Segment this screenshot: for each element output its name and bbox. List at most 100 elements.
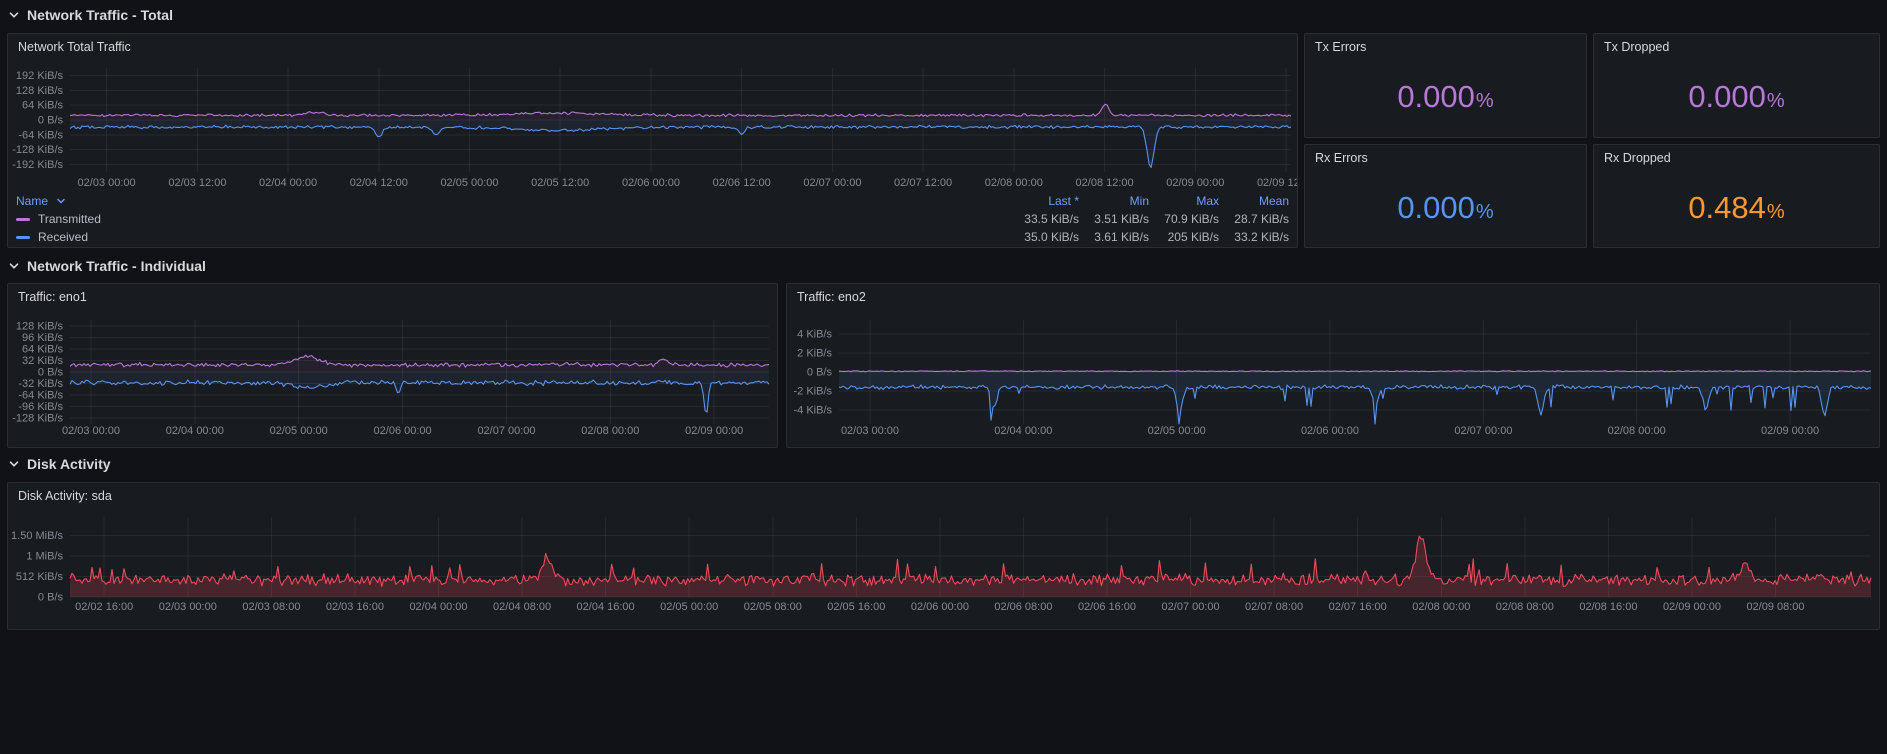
row-header-network-traffic-individual[interactable]: Network Traffic - Individual [8, 253, 206, 279]
row-title: Network Traffic - Individual [27, 258, 206, 274]
svg-text:02/05 00:00: 02/05 00:00 [1148, 425, 1206, 437]
svg-text:02/09 08:00: 02/09 08:00 [1746, 601, 1804, 613]
svg-text:02/08 16:00: 02/08 16:00 [1579, 601, 1637, 613]
svg-text:02/04 00:00: 02/04 00:00 [409, 601, 467, 613]
stat-title[interactable]: Tx Errors [1305, 34, 1586, 60]
stat-unit: % [1767, 90, 1785, 113]
chart-legend: Name Last * Min Max Mean Transmitted 33.… [16, 192, 1289, 246]
svg-text:02/04 08:00: 02/04 08:00 [493, 601, 551, 613]
svg-text:02/07 00:00: 02/07 00:00 [1162, 601, 1220, 613]
svg-text:64 KiB/s: 64 KiB/s [22, 100, 63, 112]
svg-text:02/07 00:00: 02/07 00:00 [1454, 425, 1512, 437]
panel-title[interactable]: Traffic: eno1 [8, 284, 777, 310]
svg-text:02/04 00:00: 02/04 00:00 [994, 425, 1052, 437]
svg-text:02/08 08:00: 02/08 08:00 [1496, 601, 1554, 613]
svg-text:-64 KiB/s: -64 KiB/s [18, 129, 63, 141]
svg-text:02/07 12:00: 02/07 12:00 [894, 177, 952, 189]
legend-series-transmitted[interactable]: Transmitted [16, 212, 1009, 226]
sort-caret-icon [56, 196, 66, 206]
stat-value: 0.000% [1594, 58, 1879, 137]
legend-value-max: 205 KiB/s [1149, 230, 1219, 244]
svg-text:02/09 00:00: 02/09 00:00 [685, 425, 743, 437]
legend-row-transmitted: Transmitted 33.5 KiB/s 3.51 KiB/s 70.9 K… [16, 210, 1289, 228]
svg-text:-128 KiB/s: -128 KiB/s [12, 144, 63, 156]
svg-text:02/09 00:00: 02/09 00:00 [1663, 601, 1721, 613]
stat-unit: % [1767, 201, 1785, 224]
svg-text:512 KiB/s: 512 KiB/s [16, 571, 64, 583]
panel-title[interactable]: Disk Activity: sda [8, 483, 1879, 509]
svg-text:0 B/s: 0 B/s [38, 592, 64, 604]
svg-text:02/04 00:00: 02/04 00:00 [259, 177, 317, 189]
svg-text:02/04 00:00: 02/04 00:00 [166, 425, 224, 437]
panel-disk-activity-sda: Disk Activity: sda 1.50 MiB/s1 MiB/s512 … [7, 482, 1880, 630]
svg-text:02/03 08:00: 02/03 08:00 [242, 601, 300, 613]
panel-stat-tx-errors: Tx Errors 0.000% [1304, 33, 1587, 138]
legend-header-mean[interactable]: Mean [1219, 194, 1289, 208]
svg-text:-32 KiB/s: -32 KiB/s [18, 378, 63, 390]
legend-series-received[interactable]: Received [16, 230, 1009, 244]
svg-text:02/07 00:00: 02/07 00:00 [477, 425, 535, 437]
svg-text:128 KiB/s: 128 KiB/s [16, 320, 64, 332]
legend-header-name[interactable]: Name [16, 194, 1009, 208]
stat-unit: % [1476, 201, 1494, 224]
stat-title[interactable]: Tx Dropped [1594, 34, 1879, 60]
panel-traffic-eno2: Traffic: eno2 4 KiB/s2 KiB/s0 B/s-2 KiB/… [786, 283, 1880, 448]
chevron-down-icon [8, 9, 20, 21]
legend-value-last: 35.0 KiB/s [1009, 230, 1079, 244]
legend-value-mean: 33.2 KiB/s [1219, 230, 1289, 244]
svg-text:02/05 00:00: 02/05 00:00 [270, 425, 328, 437]
svg-text:02/08 00:00: 02/08 00:00 [985, 177, 1043, 189]
chevron-down-icon [8, 260, 20, 272]
series-name-label: Transmitted [38, 212, 101, 226]
svg-text:02/07 08:00: 02/07 08:00 [1245, 601, 1303, 613]
svg-text:02/05 00:00: 02/05 00:00 [660, 601, 718, 613]
panel-title[interactable]: Traffic: eno2 [787, 284, 1879, 310]
svg-text:02/05 12:00: 02/05 12:00 [531, 177, 589, 189]
stat-unit: % [1476, 90, 1494, 113]
svg-text:02/04 12:00: 02/04 12:00 [350, 177, 408, 189]
svg-text:02/08 12:00: 02/08 12:00 [1076, 177, 1134, 189]
svg-text:02/09 00:00: 02/09 00:00 [1166, 177, 1224, 189]
legend-header-min[interactable]: Min [1079, 194, 1149, 208]
row-header-disk-activity[interactable]: Disk Activity [8, 451, 111, 477]
legend-value-min: 3.51 KiB/s [1079, 212, 1149, 226]
svg-text:02/09 12:00: 02/09 12:00 [1257, 177, 1297, 189]
svg-text:02/05 16:00: 02/05 16:00 [827, 601, 885, 613]
legend-value-max: 70.9 KiB/s [1149, 212, 1219, 226]
row-title: Network Traffic - Total [27, 7, 173, 23]
svg-text:64 KiB/s: 64 KiB/s [22, 343, 63, 355]
legend-header-row: Name Last * Min Max Mean [16, 192, 1289, 210]
svg-text:02/08 00:00: 02/08 00:00 [1412, 601, 1470, 613]
stat-title[interactable]: Rx Errors [1305, 145, 1586, 171]
svg-text:-96 KiB/s: -96 KiB/s [18, 401, 63, 413]
svg-text:02/06 12:00: 02/06 12:00 [713, 177, 771, 189]
svg-text:02/03 16:00: 02/03 16:00 [326, 601, 384, 613]
svg-text:02/07 16:00: 02/07 16:00 [1329, 601, 1387, 613]
series-swatch [16, 236, 30, 239]
panel-network-total-traffic: Network Total Traffic 192 KiB/s128 KiB/s… [7, 33, 1298, 248]
svg-text:-128 KiB/s: -128 KiB/s [12, 413, 63, 425]
legend-header-last[interactable]: Last * [1009, 194, 1079, 208]
svg-text:02/08 00:00: 02/08 00:00 [1608, 425, 1666, 437]
svg-text:02/05 08:00: 02/05 08:00 [744, 601, 802, 613]
svg-text:02/05 00:00: 02/05 00:00 [440, 177, 498, 189]
svg-text:-192 KiB/s: -192 KiB/s [12, 159, 63, 171]
svg-text:02/03 12:00: 02/03 12:00 [168, 177, 226, 189]
row-header-network-traffic-total[interactable]: Network Traffic - Total [8, 2, 173, 28]
svg-text:0 B/s: 0 B/s [807, 367, 833, 379]
grafana-dashboard: Network Traffic - Total Network Total Tr… [0, 0, 1887, 754]
svg-text:02/02 16:00: 02/02 16:00 [75, 601, 133, 613]
legend-value-min: 3.61 KiB/s [1079, 230, 1149, 244]
panel-title[interactable]: Network Total Traffic [8, 34, 1297, 60]
legend-row-received: Received 35.0 KiB/s 3.61 KiB/s 205 KiB/s… [16, 228, 1289, 246]
panel-stat-rx-dropped: Rx Dropped 0.484% [1593, 144, 1880, 248]
stat-number: 0.000 [1397, 169, 1475, 247]
svg-text:02/06 00:00: 02/06 00:00 [374, 425, 432, 437]
stat-title[interactable]: Rx Dropped [1594, 145, 1879, 171]
svg-text:02/03 00:00: 02/03 00:00 [841, 425, 899, 437]
svg-text:-2 KiB/s: -2 KiB/s [793, 385, 832, 397]
svg-text:1 MiB/s: 1 MiB/s [26, 551, 63, 563]
svg-text:-64 KiB/s: -64 KiB/s [18, 390, 63, 402]
legend-header-max[interactable]: Max [1149, 194, 1219, 208]
svg-text:02/06 16:00: 02/06 16:00 [1078, 601, 1136, 613]
